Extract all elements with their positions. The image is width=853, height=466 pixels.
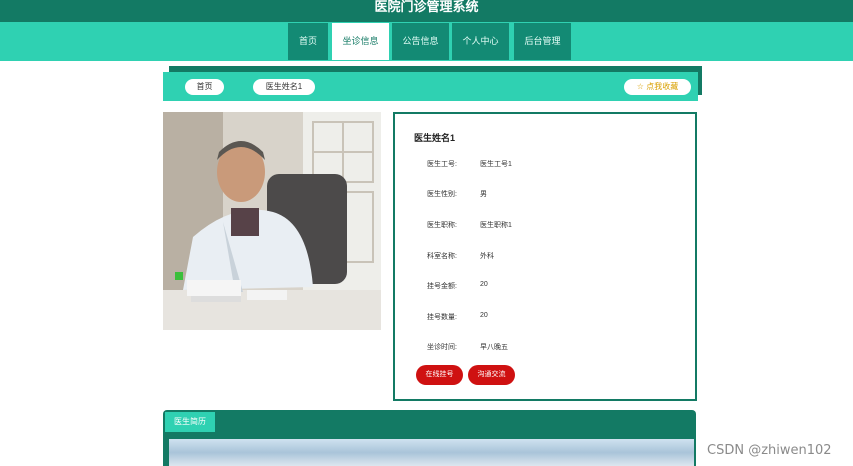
field-value: 早八晚五 — [480, 344, 508, 351]
field-label: 科室名称: — [427, 253, 457, 260]
field-label: 坐诊时间: — [427, 344, 457, 351]
main-nav: 首页 坐诊信息 公告信息 个人中心 后台管理 — [0, 22, 853, 61]
breadcrumb-current: 医生姓名1 — [253, 79, 315, 95]
nav-profile[interactable]: 个人中心 — [452, 23, 509, 60]
tab-resume[interactable]: 医生简历 — [165, 412, 215, 432]
chat-button[interactable]: 沟通交流 — [468, 365, 515, 385]
doctor-name: 医生姓名1 — [414, 133, 456, 143]
field-label: 医生职称: — [427, 222, 457, 229]
field-value: 20 — [480, 312, 488, 319]
doctor-info-card: 医生姓名1 医生工号: 医生工号1 医生性别: 男 医生职称: 医生职称1 科室… — [393, 112, 697, 401]
register-button[interactable]: 在线挂号 — [416, 365, 463, 385]
nav-admin[interactable]: 后台管理 — [514, 23, 571, 60]
field-value: 男 — [480, 191, 487, 198]
resume-image — [169, 439, 694, 466]
field-label: 挂号数量: — [427, 314, 457, 321]
nav-notice[interactable]: 公告信息 — [392, 23, 449, 60]
nav-home[interactable]: 首页 — [288, 23, 328, 60]
breadcrumb: 首页 医生姓名1 ☆ 点我收藏 — [163, 72, 698, 101]
field-label: 医生工号: — [427, 161, 457, 168]
field-label: 医生性别: — [427, 191, 457, 198]
field-value: 医生职称1 — [480, 222, 512, 229]
field-value: 外科 — [480, 253, 494, 260]
top-header: 医院门诊管理系统 — [0, 0, 853, 22]
app-title: 医院门诊管理系统 — [374, 0, 479, 14]
breadcrumb-home[interactable]: 首页 — [185, 79, 224, 95]
favorite-button[interactable]: ☆ 点我收藏 — [624, 79, 691, 95]
doctor-photo — [163, 112, 381, 330]
field-value: 20 — [480, 281, 488, 288]
resume-section: 医生简历 — [163, 410, 696, 466]
watermark: CSDN @zhiwen102 — [707, 443, 832, 458]
nav-consultation[interactable]: 坐诊信息 — [332, 23, 389, 60]
field-value: 医生工号1 — [480, 161, 512, 168]
field-label: 挂号金额: — [427, 283, 457, 290]
